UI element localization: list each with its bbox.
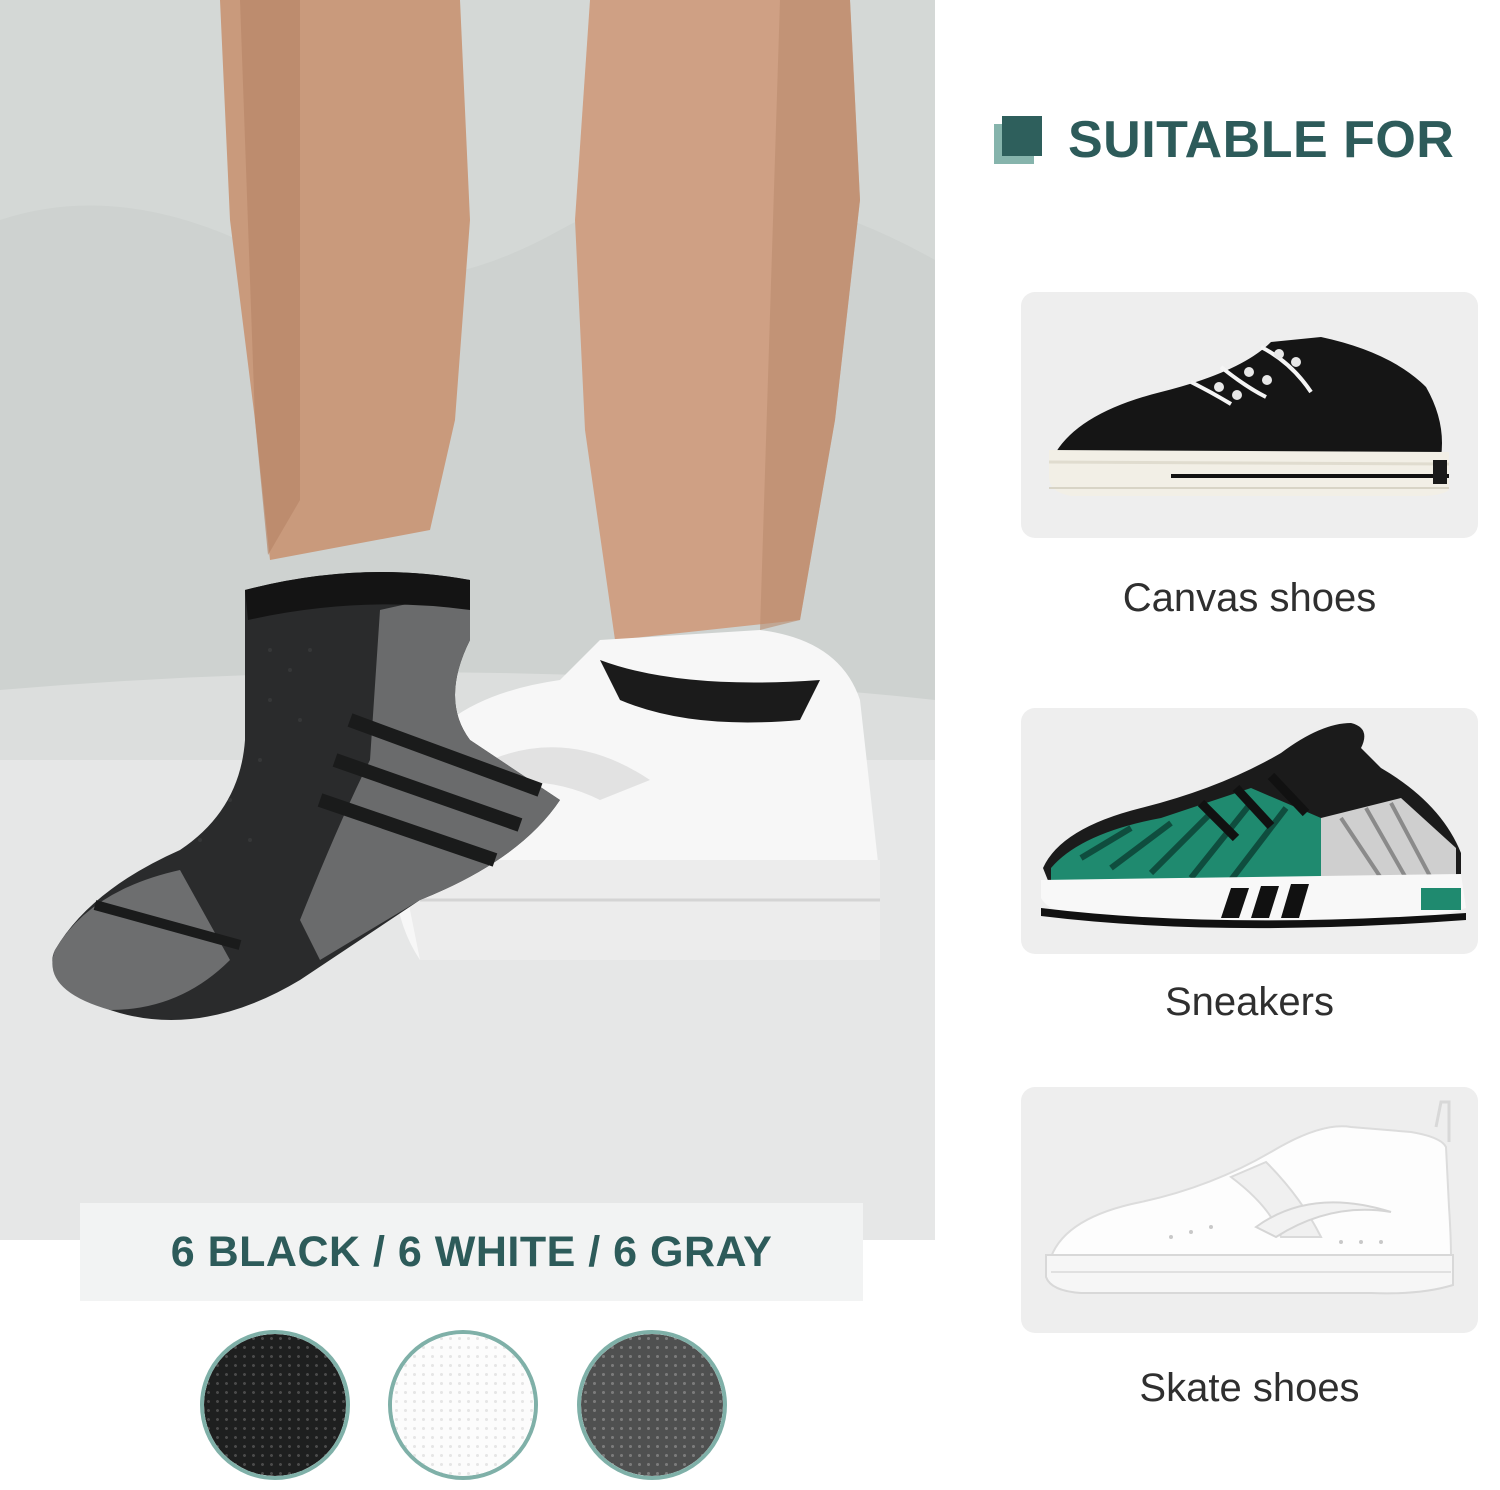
sneaker-image: [1041, 723, 1466, 929]
sneakers-label: Sneakers: [1165, 980, 1334, 1024]
gray-fabric-texture: [581, 1334, 723, 1476]
sneaker-card: [1021, 708, 1478, 954]
suitable-for-heading: SUITABLE FOR: [994, 110, 1455, 169]
product-photo: [0, 0, 935, 1240]
canvas-shoe-card: [1021, 292, 1478, 538]
color-options-banner: 6 BLACK / 6 WHITE / 6 GRAY: [80, 1203, 863, 1301]
white-fabric-texture: [392, 1334, 534, 1476]
black-fabric-texture: [204, 1334, 346, 1476]
swatch-white: [388, 1330, 538, 1480]
skate-shoes-label: Skate shoes: [1139, 1366, 1360, 1410]
page-title: SUITABLE FOR: [1068, 110, 1455, 169]
swatch-gray: [577, 1330, 727, 1480]
canvas-shoe-image: [1048, 337, 1450, 496]
color-options-text: 6 BLACK / 6 WHITE / 6 GRAY: [170, 1227, 773, 1276]
swatch-black: [200, 1330, 350, 1480]
skate-shoe-card: [1021, 1087, 1478, 1333]
socks-on-foot-illustration: [0, 0, 935, 1240]
canvas-shoes-label: Canvas shoes: [1122, 576, 1377, 620]
squares-icon: [994, 115, 1042, 164]
skate-shoe-image: [1045, 1100, 1454, 1295]
